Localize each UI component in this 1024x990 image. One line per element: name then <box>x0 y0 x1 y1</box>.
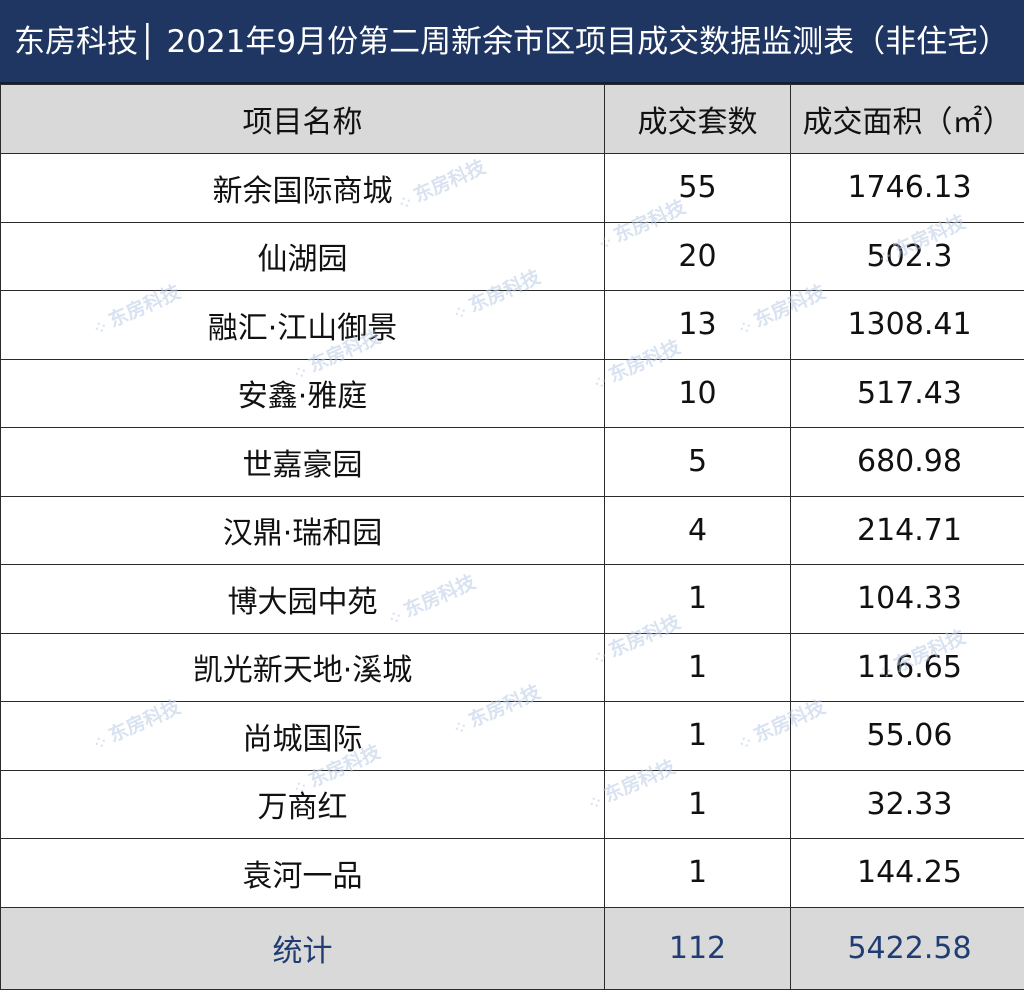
project-name-cell: 融汇·江山御景 <box>1 291 605 360</box>
area-cell: 116.65 <box>791 633 1024 702</box>
units-cell: 5 <box>605 428 791 497</box>
project-name-cell: 袁河一品 <box>1 839 605 908</box>
table-row: 万商红132.33 <box>1 770 1024 839</box>
project-name-cell: 世嘉豪园 <box>1 428 605 497</box>
units-cell: 10 <box>605 359 791 428</box>
column-header-project-name: 项目名称 <box>1 85 605 154</box>
transaction-table: 项目名称 成交套数 成交面积（㎡） 新余国际商城551746.13 仙湖园205… <box>0 84 1024 990</box>
project-name-cell: 博大园中苑 <box>1 565 605 634</box>
table-row: 仙湖园20502.3 <box>1 222 1024 291</box>
total-units: 112 <box>605 907 791 989</box>
area-cell: 517.43 <box>791 359 1024 428</box>
table-row: 袁河一品1144.25 <box>1 839 1024 908</box>
units-cell: 1 <box>605 633 791 702</box>
table-row: 新余国际商城551746.13 <box>1 154 1024 223</box>
table-header-row: 项目名称 成交套数 成交面积（㎡） <box>1 85 1024 154</box>
project-name-cell: 凯光新天地·溪城 <box>1 633 605 702</box>
area-cell: 144.25 <box>791 839 1024 908</box>
project-name-cell: 万商红 <box>1 770 605 839</box>
project-name-cell: 尚城国际 <box>1 702 605 771</box>
table-row: 安鑫·雅庭10517.43 <box>1 359 1024 428</box>
project-name-cell: 仙湖园 <box>1 222 605 291</box>
area-cell: 104.33 <box>791 565 1024 634</box>
area-cell: 1746.13 <box>791 154 1024 223</box>
column-header-units: 成交套数 <box>605 85 791 154</box>
area-cell: 55.06 <box>791 702 1024 771</box>
total-row: 统计 112 5422.58 <box>1 907 1024 989</box>
project-name-cell: 安鑫·雅庭 <box>1 359 605 428</box>
column-header-area: 成交面积（㎡） <box>791 85 1024 154</box>
area-cell: 214.71 <box>791 496 1024 565</box>
units-cell: 55 <box>605 154 791 223</box>
total-area: 5422.58 <box>791 907 1024 989</box>
units-cell: 4 <box>605 496 791 565</box>
area-cell: 32.33 <box>791 770 1024 839</box>
area-cell: 680.98 <box>791 428 1024 497</box>
table-row: 汉鼎·瑞和园4214.71 <box>1 496 1024 565</box>
table-row: 凯光新天地·溪城1116.65 <box>1 633 1024 702</box>
table-row: 博大园中苑1104.33 <box>1 565 1024 634</box>
table-row: 尚城国际155.06 <box>1 702 1024 771</box>
units-cell: 1 <box>605 702 791 771</box>
units-cell: 1 <box>605 565 791 634</box>
units-cell: 1 <box>605 839 791 908</box>
units-cell: 1 <box>605 770 791 839</box>
report-page: 东房科技│ 2021年9月份第二周新余市区项目成交数据监测表（非住宅） 项目名称… <box>0 0 1024 988</box>
table-row: 世嘉豪园5680.98 <box>1 428 1024 497</box>
area-cell: 502.3 <box>791 222 1024 291</box>
page-title: 东房科技│ 2021年9月份第二周新余市区项目成交数据监测表（非住宅） <box>0 0 1024 84</box>
units-cell: 20 <box>605 222 791 291</box>
total-label: 统计 <box>1 907 605 989</box>
area-cell: 1308.41 <box>791 291 1024 360</box>
project-name-cell: 新余国际商城 <box>1 154 605 223</box>
project-name-cell: 汉鼎·瑞和园 <box>1 496 605 565</box>
table-row: 融汇·江山御景131308.41 <box>1 291 1024 360</box>
units-cell: 13 <box>605 291 791 360</box>
